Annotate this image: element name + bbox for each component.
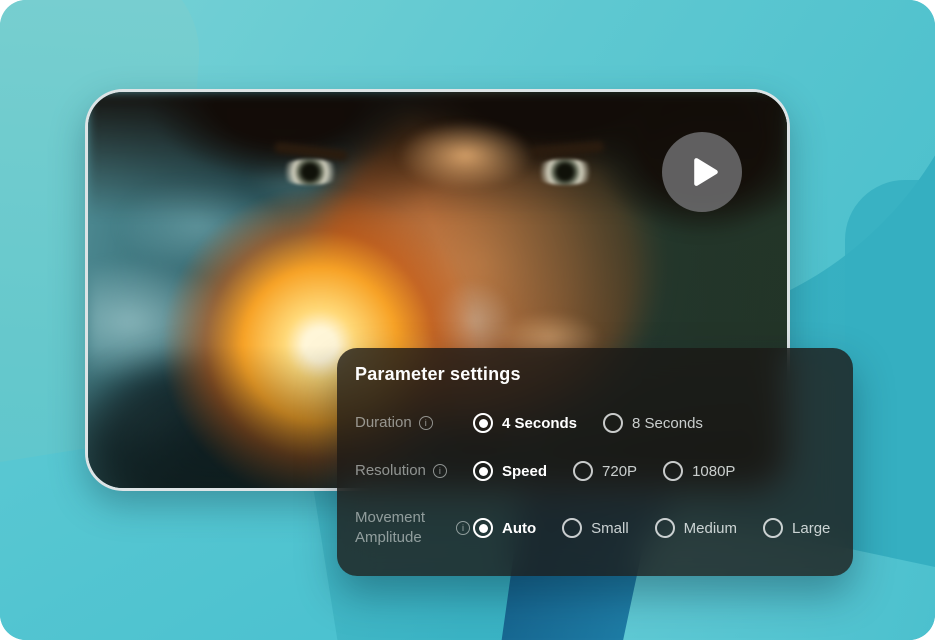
radio-selected-icon [473,413,493,433]
resolution-options: Speed 720P 1080P [473,461,735,481]
option-small[interactable]: Small [562,518,629,538]
duration-label: Duration [355,414,412,431]
option-medium[interactable]: Medium [654,518,737,538]
option-720p[interactable]: 720P [573,461,637,481]
duration-label-group: Duration [355,413,473,433]
option-1080p[interactable]: 1080P [663,461,735,481]
resolution-label: Resolution [355,462,426,479]
radio-icon [562,518,583,538]
parameter-settings-panel: Parameter settings Duration 4 Seconds 8 … [337,348,853,576]
play-button[interactable] [662,132,742,212]
resolution-label-group: Resolution [355,461,473,481]
movement-amplitude-options: Auto Small Medium Large [473,518,830,538]
movement-amplitude-label-group: Movement Amplitude [355,508,473,548]
duration-options: 4 Seconds 8 Seconds [473,413,703,433]
param-row-duration: Duration 4 Seconds 8 Seconds [355,409,833,437]
radio-icon [763,518,784,538]
panel-title: Parameter settings [355,364,521,384]
radio-icon [573,461,594,481]
option-speed[interactable]: Speed [473,461,547,481]
movement-amplitude-label: Movement Amplitude [355,509,426,546]
option-8-seconds[interactable]: 8 Seconds [603,413,703,433]
page-canvas: Parameter settings Duration 4 Seconds 8 … [0,0,935,640]
play-icon [693,158,718,186]
param-row-resolution: Resolution Speed 720P 1080P [355,457,833,485]
radio-icon [654,518,675,538]
info-icon[interactable] [432,464,447,478]
radio-icon [663,461,684,481]
radio-selected-icon [473,518,493,538]
option-auto[interactable]: Auto [473,518,536,538]
info-icon[interactable] [456,521,470,535]
option-4-seconds[interactable]: 4 Seconds [473,413,577,433]
radio-selected-icon [473,461,493,481]
info-icon[interactable] [418,416,433,430]
radio-icon [603,413,624,433]
param-row-movement-amplitude: Movement Amplitude Auto Small Medium [355,505,833,551]
option-large[interactable]: Large [763,518,830,538]
